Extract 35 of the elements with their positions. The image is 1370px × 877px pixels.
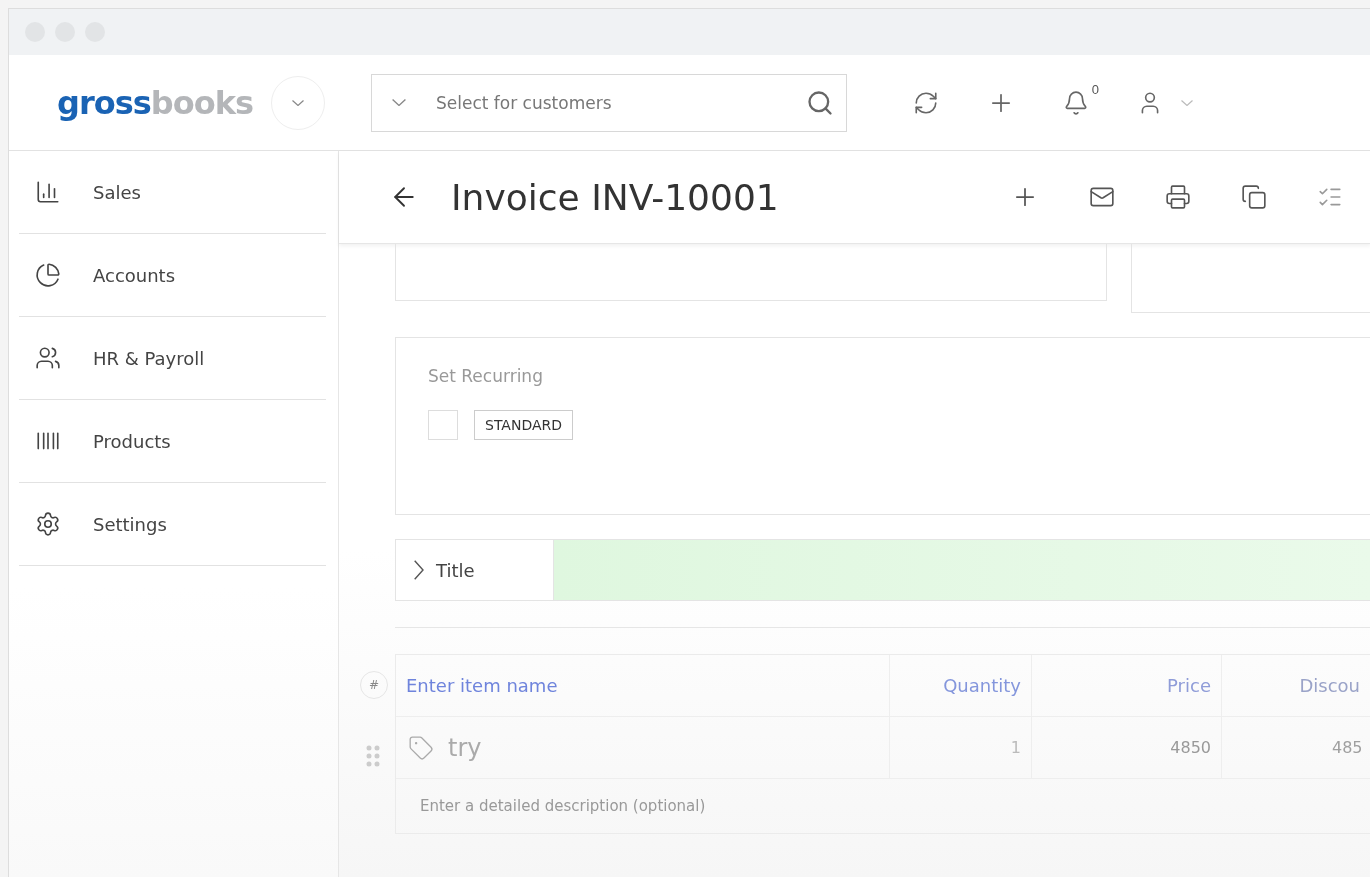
chevron-down-icon (1180, 99, 1193, 106)
print-button[interactable] (1165, 183, 1191, 211)
recurring-label: Set Recurring (428, 366, 544, 386)
checkbox[interactable] (428, 410, 458, 440)
description-field[interactable]: Enter a detailed description (optional) (396, 779, 1022, 833)
pie-chart-icon (35, 262, 61, 288)
table-cell: 485 (1222, 717, 1370, 778)
page-title: Invoice INV-10001 (451, 176, 779, 218)
search-icon (805, 88, 834, 117)
people-icon (35, 345, 61, 371)
search-input[interactable]: Select for customers (433, 91, 806, 114)
chevron-down-icon (391, 99, 406, 106)
drag-handle-icon[interactable] (366, 745, 380, 767)
notification-count: 0 (1091, 81, 1099, 97)
tag-icon (408, 734, 434, 761)
logo: grossbooks (57, 83, 253, 122)
bar-chart-icon (35, 179, 61, 205)
search-field[interactable]: Select for customers (370, 73, 847, 132)
column-header: Discou (1222, 655, 1370, 716)
copy-button[interactable] (1241, 183, 1267, 211)
chevron-right-icon (414, 560, 424, 580)
sidebar-item[interactable]: Sales (19, 151, 326, 234)
sidebar-item[interactable]: Settings (19, 483, 326, 566)
sidebar-item[interactable]: Products (19, 400, 326, 483)
table-cell: 1 (890, 717, 1032, 778)
column-header: Price (1032, 655, 1222, 716)
column-header: Quantity (890, 655, 1032, 716)
chevron-down-icon (291, 99, 304, 106)
table-cell: 4850 (1032, 717, 1222, 778)
type-button[interactable]: STANDARD (474, 410, 574, 440)
sidebar-item[interactable]: Accounts (19, 234, 326, 317)
column-header: Enter item name (396, 655, 890, 716)
refresh-button[interactable] (912, 89, 939, 116)
sidebar-item[interactable]: HR & Payroll (19, 317, 326, 400)
settings-icon (35, 511, 61, 537)
